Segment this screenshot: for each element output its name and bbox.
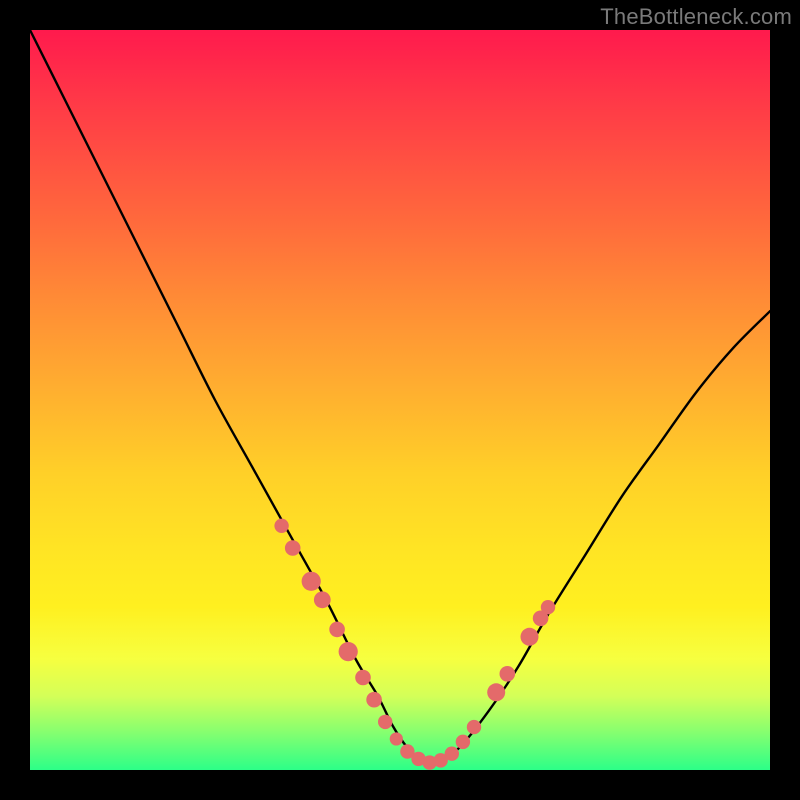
- curve-marker: [487, 683, 505, 701]
- curve-marker: [521, 628, 539, 646]
- curve-marker: [390, 732, 403, 745]
- curve-marker: [378, 715, 392, 729]
- curve-marker: [456, 735, 470, 749]
- chart-frame: TheBottleneck.com: [0, 0, 800, 800]
- curve-marker: [302, 572, 321, 591]
- attribution-text: TheBottleneck.com: [600, 4, 792, 30]
- bottleneck-curve: [30, 30, 770, 764]
- curve-marker: [285, 540, 301, 556]
- curve-marker: [366, 692, 382, 708]
- curve-marker: [467, 720, 481, 734]
- curve-marker: [445, 747, 459, 761]
- curve-svg: [30, 30, 770, 770]
- curve-marker: [500, 666, 516, 682]
- plot-area: [30, 30, 770, 770]
- curve-marker: [541, 600, 555, 614]
- curve-marker: [339, 642, 358, 661]
- curve-marker: [329, 622, 345, 638]
- curve-marker: [314, 591, 331, 608]
- curve-markers: [274, 519, 555, 770]
- curve-marker: [355, 670, 371, 686]
- curve-marker: [274, 519, 288, 533]
